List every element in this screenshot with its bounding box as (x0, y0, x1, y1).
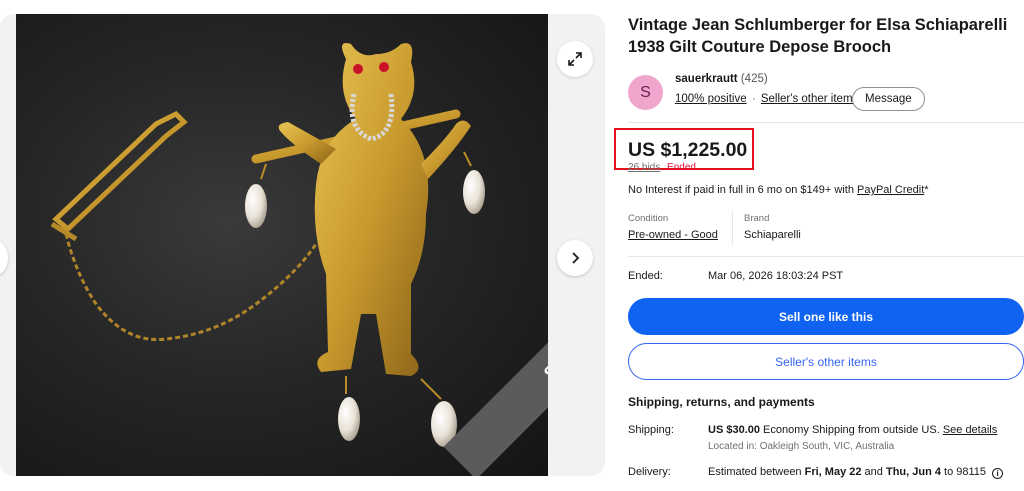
seller-avatar[interactable]: S (628, 75, 663, 110)
price: US $1,225.00 (628, 139, 748, 161)
next-image-button[interactable] (557, 240, 593, 276)
bid-count-link[interactable]: 26 bids (628, 162, 660, 173)
shipping-method: Economy Shipping from outside US. (763, 424, 940, 436)
condition-label: Condition (628, 213, 669, 224)
ended-badge: Ended (667, 162, 696, 173)
ended-label: Ended: (628, 270, 663, 282)
paypal-credit-link[interactable]: PayPal Credit (857, 184, 924, 196)
seller-links: 100% positive · Seller's other items · (675, 93, 869, 105)
product-photo[interactable]: SOLD (16, 14, 548, 476)
sellers-other-items-button[interactable]: Seller's other items (628, 343, 1024, 380)
prev-image-button[interactable] (0, 240, 8, 276)
delivery-prefix: Estimated between (708, 466, 802, 478)
condition-value[interactable]: Pre-owned - Good (628, 229, 718, 241)
shipping-label: Shipping: (628, 424, 674, 436)
brooch-image (50, 43, 485, 447)
listing-title: Vintage Jean Schlumberger for Elsa Schia… (628, 16, 1008, 56)
shipping-info: US $30.00 Economy Shipping from outside … (708, 424, 997, 436)
item-location: Located in: Oakleigh South, VIC, Austral… (708, 441, 895, 452)
see-details-link[interactable]: See details (943, 424, 997, 436)
delivery-and: and (864, 466, 883, 478)
seller-feedback-count: (425) (740, 73, 768, 85)
seller-other-items-link[interactable]: Seller's other items (761, 93, 858, 105)
bid-status: 26 bids Ended (628, 162, 696, 173)
delivery-label: Delivery: (628, 466, 671, 478)
divider (628, 122, 1024, 123)
message-button[interactable]: Message (852, 87, 925, 111)
expand-icon (568, 52, 582, 66)
divider (628, 256, 1024, 257)
info-icon[interactable]: i (992, 468, 1004, 479)
positive-feedback-link[interactable]: 100% positive (675, 93, 747, 105)
sell-one-like-this-button[interactable]: Sell one like this (628, 298, 1024, 335)
separator-dot: · (751, 93, 756, 105)
shipping-cost: US $30.00 (708, 424, 760, 436)
delivery-estimate: Estimated between Fri, May 22 and Thu, J… (708, 466, 1004, 479)
ended-date: Mar 06, 2026 18:03:24 PST (708, 270, 844, 282)
vertical-divider (732, 211, 733, 245)
financing-text: No Interest if paid in full in 6 mo on $… (628, 184, 854, 196)
seller-name[interactable]: sauerkrautt (675, 73, 738, 85)
financing-asterisk: * (924, 184, 929, 196)
delivery-end: Thu, Jun 4 (885, 466, 941, 478)
seller-name-row: sauerkrautt (425) (675, 73, 768, 85)
expand-image-button[interactable] (557, 41, 593, 77)
brand-value: Schiaparelli (744, 229, 801, 241)
chevron-right-icon (572, 252, 580, 264)
seller-card: S sauerkrautt (425) 100% positive · Sell… (628, 73, 1024, 113)
brand-label: Brand (744, 213, 770, 224)
shipping-section-heading: Shipping, returns, and payments (628, 395, 815, 409)
image-gallery: SOLD (0, 14, 605, 476)
financing-note: No Interest if paid in full in 6 mo on $… (628, 184, 929, 196)
delivery-start: Fri, May 22 (804, 466, 862, 478)
delivery-to: to 98115 (944, 466, 987, 478)
